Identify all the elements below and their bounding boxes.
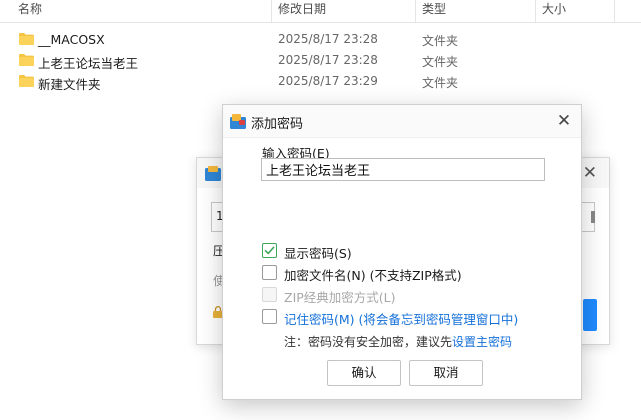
security-note: 注：密码没有安全加密，建议先设置主密码 [284, 333, 512, 350]
column-size[interactable]: 大小 [542, 0, 566, 22]
add-password-dialog: 添加密码 ✕ 输入密码(E) 显示密码(S) 加密文件名(N) (不支持ZIP格… [222, 104, 582, 400]
zip-legacy-encryption-label: ZIP经典加密方式(L) [284, 290, 396, 305]
column-header: 名称 修改日期 类型 大小 [0, 0, 641, 23]
column-name[interactable]: 名称 [18, 0, 42, 22]
close-icon[interactable]: ✕ [553, 110, 575, 132]
file-name: __MACOSX [38, 32, 105, 47]
checkbox-checked[interactable] [262, 243, 277, 258]
column-divider[interactable] [415, 0, 416, 22]
list-item[interactable]: 上老王论坛当老王 2025/8/17 23:28 文件夹 [0, 51, 641, 71]
dialog-titlebar[interactable]: 添加密码 ✕ [223, 105, 581, 138]
list-item[interactable]: __MACOSX 2025/8/17 23:28 文件夹 [0, 30, 641, 50]
set-master-password-link[interactable]: 设置主密码 [452, 335, 512, 349]
column-divider[interactable] [614, 0, 615, 22]
checkbox-disabled [262, 287, 277, 302]
dialog-title: 添加密码 [251, 117, 304, 132]
column-date[interactable]: 修改日期 [278, 0, 326, 22]
remember-password-label: 记住密码(M) (将会备忘到密码管理窗口中) [284, 312, 519, 327]
column-type[interactable]: 类型 [422, 0, 446, 22]
file-name: 新建文件夹 [38, 77, 101, 92]
encrypt-filenames-label: 加密文件名(N) (不支持ZIP格式) [284, 268, 462, 283]
checkbox[interactable] [262, 265, 277, 280]
show-password-label: 显示密码(S) [284, 246, 352, 261]
list-item[interactable]: 新建文件夹 2025/8/17 23:29 文件夹 [0, 72, 641, 92]
folder-icon [19, 33, 34, 45]
browse-button[interactable] [591, 211, 595, 223]
file-date: 2025/8/17 23:29 [278, 74, 378, 88]
file-date: 2025/8/17 23:28 [278, 32, 378, 46]
checkbox[interactable] [262, 309, 277, 324]
folder-icon [19, 54, 34, 66]
file-type: 文件夹 [422, 76, 459, 90]
column-divider[interactable] [271, 0, 272, 22]
cancel-button[interactable]: 取消 [409, 360, 483, 386]
archive-app-icon [205, 166, 221, 181]
column-divider[interactable] [535, 0, 536, 22]
file-type: 文件夹 [422, 55, 459, 69]
close-icon[interactable]: ✕ [583, 163, 597, 183]
security-note-text: 注：密码没有安全加密，建议先 [284, 335, 453, 349]
ok-button[interactable]: 确认 [327, 360, 401, 386]
file-type: 文件夹 [422, 34, 459, 48]
file-name: 上老王论坛当老王 [38, 56, 139, 71]
file-date: 2025/8/17 23:28 [278, 53, 378, 67]
archive-app-icon [230, 114, 246, 129]
checkmark-icon [264, 246, 275, 255]
password-input[interactable] [261, 158, 545, 181]
compress-button[interactable] [583, 299, 597, 331]
folder-icon [19, 75, 34, 87]
